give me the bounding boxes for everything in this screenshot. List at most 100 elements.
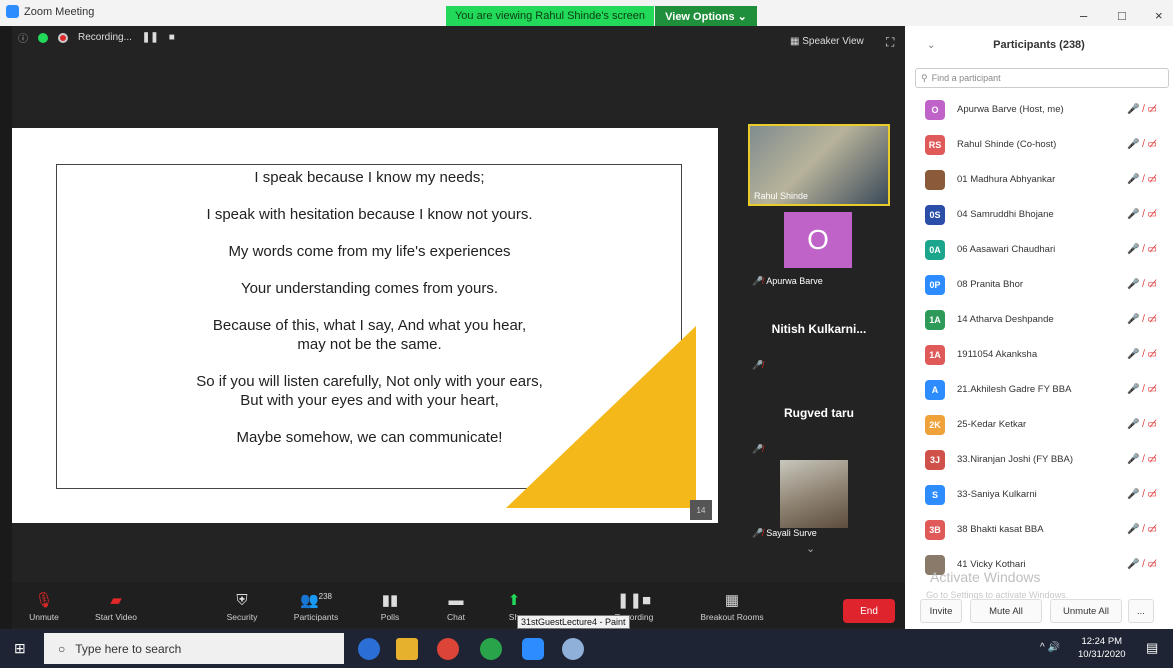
pause-icon[interactable]: ❚❚ (142, 32, 159, 43)
meeting-toolbar: 🎙 Unmute ▰ Start Video ⛨ Security 👥238 Parti… (12, 582, 905, 628)
slide-text: I speak because I know my needs; I speak… (72, 168, 667, 465)
chevron-down-icon[interactable]: ⌄ (806, 542, 815, 555)
video-tile-apurwa[interactable]: O 🎤̸ Apurwa Barve (748, 208, 890, 290)
whatsapp-icon[interactable] (480, 638, 502, 660)
avatar: O (925, 99, 945, 120)
muted-mic-video-off-icon[interactable]: 🎤̸▭̸ (1127, 209, 1161, 220)
zoom-icon[interactable] (522, 638, 544, 660)
edge-icon[interactable] (358, 638, 380, 660)
slide-line: So if you will listen carefully, Not onl… (196, 373, 543, 409)
unmute-label: Unmute (29, 612, 59, 622)
participant-row[interactable]: 3J 33.Niranjan Joshi (FY BBA) 🎤̸▭̸ (905, 442, 1173, 477)
system-tray-icons[interactable]: ^ 🔊 (1040, 642, 1060, 653)
participant-row[interactable]: 01 Madhura Abhyankar 🎤̸▭̸ (905, 162, 1173, 197)
muted-mic-icon: 🎤̸ (752, 444, 764, 454)
window-title-text: Zoom Meeting (24, 5, 95, 18)
participant-row[interactable]: S 33-Saniya Kulkarni 🎤̸▭̸ (905, 477, 1173, 512)
avatar: 1A (925, 344, 945, 365)
muted-mic-video-off-icon[interactable]: 🎤̸▭̸ (1127, 384, 1161, 395)
paint-icon[interactable] (562, 638, 584, 660)
notification-icon[interactable]: ▤ (1146, 640, 1158, 656)
participant-name: 14 Atharva Deshpande (957, 314, 1054, 325)
start-video-button[interactable]: ▰ Start Video (84, 582, 148, 628)
windows-start-icon[interactable]: ⊞ (14, 640, 26, 657)
muted-mic-video-off-icon[interactable]: 🎤̸▭̸ (1127, 489, 1161, 500)
polls-button[interactable]: ▮▮ Polls (358, 582, 422, 628)
slide-line: Maybe somehow, we can communicate! (236, 429, 503, 446)
participant-name: 04 Samruddhi Bhojane (957, 209, 1054, 220)
stop-icon[interactable]: ■ (169, 32, 175, 43)
taskbar-search-input[interactable]: ○ Type here to search (44, 633, 344, 664)
chat-button[interactable]: ▬ Chat (424, 582, 488, 628)
participant-search-input[interactable]: ⚲ Find a participant (915, 68, 1169, 88)
participants-icon: 👥238 (299, 592, 333, 609)
muted-mic-video-off-icon[interactable]: 🎤̸▭̸ (1127, 314, 1161, 325)
video-tile-rugved[interactable]: Rugved taru 🎤̸ (748, 376, 890, 458)
more-button[interactable]: ... (1128, 599, 1154, 623)
participant-name: 08 Pranita Bhor (957, 279, 1024, 290)
search-icon: ⚲ (921, 72, 928, 83)
avatar: S (925, 484, 945, 505)
avatar: 0P (925, 274, 945, 295)
muted-mic-video-off-icon[interactable]: 🎤̸▭̸ (1127, 454, 1161, 465)
tile-name: Nitish Kulkarni... (771, 322, 867, 336)
search-icon: ○ (58, 641, 66, 656)
muted-mic-video-off-icon[interactable]: 🎤̸▭̸ (1127, 349, 1161, 360)
tile-name-text: Apurwa Barve (766, 276, 823, 286)
minimize-button[interactable]: – (1080, 8, 1087, 23)
unmute-button[interactable]: 🎙 Unmute (12, 582, 76, 628)
avatar: 0S (925, 204, 945, 225)
muted-mic-video-off-icon[interactable]: 🎤̸▭̸ (1127, 244, 1161, 255)
clock-time: 12:24 PM (1081, 636, 1123, 647)
muted-mic-video-off-icon[interactable]: 🎤̸▭̸ (1127, 279, 1161, 290)
invite-button[interactable]: Invite (920, 599, 962, 623)
muted-mic-video-off-icon[interactable]: 🎤̸▭̸ (1127, 174, 1161, 185)
muted-mic-video-off-icon[interactable]: 🎤̸▭̸ (1127, 524, 1161, 535)
file-explorer-icon[interactable] (396, 638, 418, 660)
slide-page-number: 14 (690, 500, 712, 520)
close-button[interactable]: × (1155, 8, 1163, 23)
tile-name: Rahul Shinde (754, 191, 809, 201)
chrome-icon[interactable] (437, 638, 459, 660)
participant-row[interactable]: 0P 08 Pranita Bhor 🎤̸▭̸ (905, 267, 1173, 302)
participant-row[interactable]: O Apurwa Barve (Host, me) 🎤̸▭̸ (905, 92, 1173, 127)
muted-mic-video-off-icon[interactable]: 🎤̸▭̸ (1127, 559, 1161, 570)
view-options-button[interactable]: View Options ⌄ (655, 6, 757, 26)
security-button[interactable]: ⛨ Security (210, 582, 274, 628)
muted-mic-video-off-icon[interactable]: 🎤̸▭̸ (1127, 419, 1161, 430)
participant-row[interactable]: 3B 38 Bhakti kasat BBA 🎤̸▭̸ (905, 512, 1173, 547)
security-label: Security (226, 612, 258, 622)
info-icon[interactable]: ⓘ (18, 30, 28, 45)
speaker-view-button[interactable]: ▦ Speaker View (790, 36, 864, 47)
breakout-rooms-button[interactable]: ▦ Breakout Rooms (696, 582, 768, 628)
muted-mic-video-off-icon[interactable]: 🎤̸▭̸ (1127, 139, 1161, 150)
video-tile-nitish[interactable]: Nitish Kulkarni... 🎤̸ (748, 292, 890, 374)
participant-row[interactable]: 0S 04 Samruddhi Bhojane 🎤̸▭̸ (905, 197, 1173, 232)
participants-button[interactable]: 👥238 Participants (284, 582, 348, 628)
shield-icon[interactable] (38, 32, 48, 43)
fullscreen-icon[interactable]: ⛶ (886, 35, 894, 50)
participant-row[interactable]: 1A 14 Atharva Deshpande 🎤̸▭̸ (905, 302, 1173, 337)
participant-row[interactable]: 0A 06 Aasawari Chaudhari 🎤̸▭̸ (905, 232, 1173, 267)
muted-mic-video-off-icon[interactable]: 🎤̸▭̸ (1127, 104, 1161, 115)
unmute-all-button[interactable]: Unmute All (1050, 599, 1122, 623)
paint-tooltip: 31stGuestLecture4 - Paint (517, 615, 630, 629)
zoom-logo-icon (6, 5, 19, 18)
tile-name: Rugved taru (783, 406, 854, 420)
end-button[interactable]: End (843, 599, 895, 623)
video-tile-rahul[interactable]: Rahul Shinde (748, 124, 890, 206)
participant-row[interactable]: 2K 25-Kedar Ketkar 🎤̸▭̸ (905, 407, 1173, 442)
participant-name: 21.Akhilesh Gadre FY BBA (957, 384, 1072, 395)
pause-stop-icon: ❚❚■ (616, 592, 652, 609)
tile-name: 🎤̸ Apurwa Barve (752, 276, 823, 287)
participant-row[interactable]: RS Rahul Shinde (Co-host) 🎤̸▭̸ (905, 127, 1173, 162)
taskbar-clock[interactable]: 12:24 PM 10/31/2020 (1078, 635, 1126, 661)
shared-screen: I speak because I know my needs; I speak… (12, 128, 718, 523)
participant-row[interactable]: A 21.Akhilesh Gadre FY BBA 🎤̸▭̸ (905, 372, 1173, 407)
mute-all-button[interactable]: Mute All (970, 599, 1042, 623)
video-tile-sayali[interactable]: 🎤̸ Sayali Surve (748, 460, 890, 542)
clock-date: 10/31/2020 (1078, 649, 1126, 660)
participant-row[interactable]: 1A 1911054 Akanksha 🎤̸▭̸ (905, 337, 1173, 372)
participant-name: 01 Madhura Abhyankar (957, 174, 1056, 185)
maximize-button[interactable]: □ (1118, 8, 1126, 23)
